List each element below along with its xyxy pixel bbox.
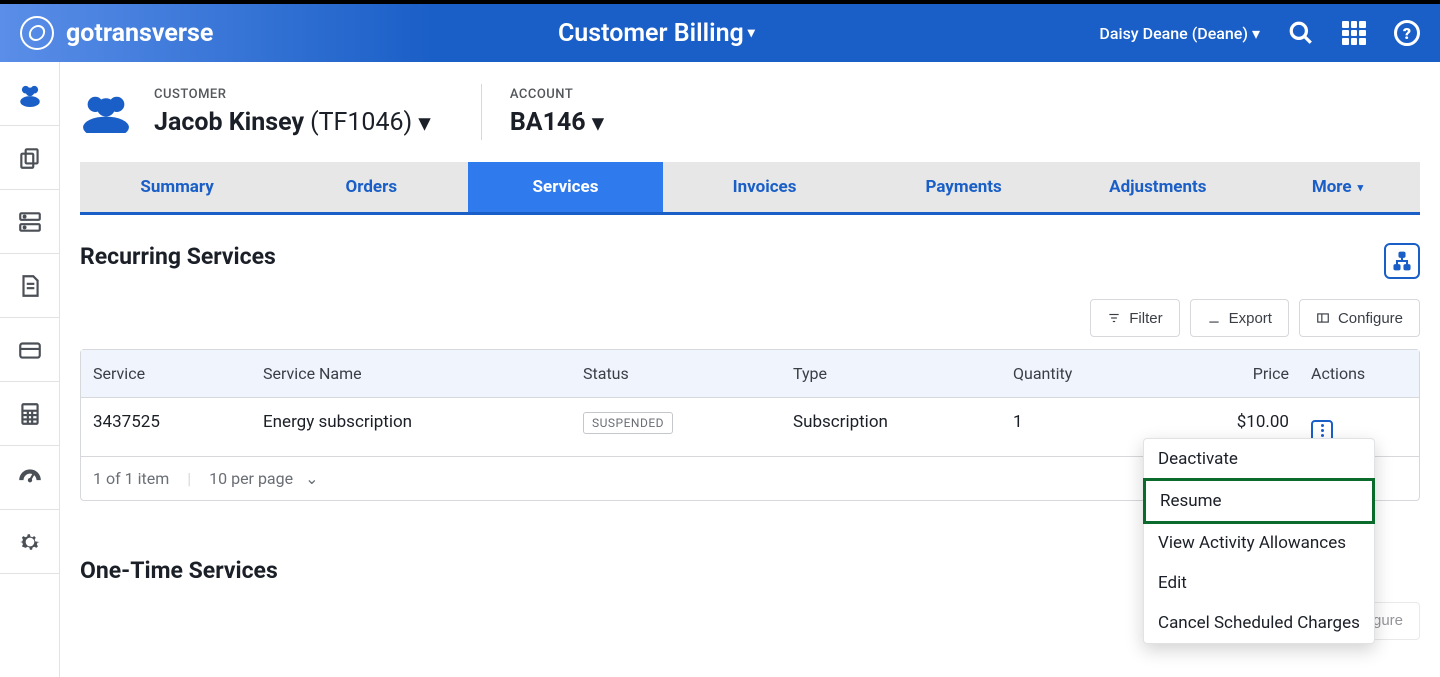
filter-icon — [1107, 311, 1121, 325]
customer-header: CUSTOMER Jacob Kinsey (TF1046) ▾ ACCOUNT… — [60, 84, 1440, 162]
recurring-toolbar: Filter Export Configure — [80, 299, 1420, 337]
tab-bar: Summary Orders Services Invoices Payment… — [80, 162, 1420, 215]
sidebar-item-payments[interactable] — [0, 318, 59, 382]
tab-services[interactable]: Services — [468, 162, 662, 212]
sidebar-item-services[interactable] — [0, 190, 59, 254]
chevron-down-icon: ▾ — [748, 25, 755, 41]
tab-more[interactable]: More ▾ — [1255, 162, 1420, 212]
cell-type: Subscription — [781, 398, 1001, 456]
page-title-dropdown[interactable]: Customer Billing ▾ — [213, 19, 1099, 48]
action-deactivate[interactable]: Deactivate — [1144, 439, 1374, 479]
action-resume[interactable]: Resume — [1143, 478, 1375, 524]
filter-label: Filter — [1129, 310, 1162, 327]
brand-text: gotransverse — [66, 19, 213, 48]
brand-logo[interactable]: gotransverse — [20, 16, 213, 50]
search-icon[interactable] — [1288, 20, 1314, 46]
col-quantity[interactable]: Quantity — [1001, 350, 1131, 397]
help-icon[interactable]: ? — [1394, 20, 1420, 46]
sidebar-item-copy[interactable] — [0, 126, 59, 190]
recurring-services-table: Service Service Name Status Type Quantit… — [80, 349, 1420, 501]
logo-icon — [20, 16, 54, 50]
configure-button[interactable]: Configure — [1299, 299, 1420, 337]
configure-label: Configure — [1338, 310, 1403, 327]
col-price[interactable]: Price — [1131, 350, 1301, 397]
item-count: 1 of 1 item — [93, 469, 169, 488]
sidebar-item-dashboard[interactable] — [0, 446, 59, 510]
filter-button[interactable]: Filter — [1090, 299, 1179, 337]
table-header: Service Service Name Status Type Quantit… — [81, 350, 1419, 398]
account-selector[interactable]: ACCOUNT BA146 ▾ — [510, 87, 632, 138]
customer-name: Jacob Kinsey — [154, 108, 304, 137]
user-menu[interactable]: Daisy Deane (Deane) ▾ — [1099, 24, 1260, 43]
tab-more-label: More — [1312, 177, 1352, 197]
tab-summary[interactable]: Summary — [80, 162, 274, 212]
col-type[interactable]: Type — [781, 350, 1001, 397]
col-actions: Actions — [1301, 350, 1379, 397]
columns-icon — [1316, 311, 1330, 325]
customer-code: (TF1046) — [310, 108, 412, 137]
per-page-selector[interactable]: 10 per page ⌄ — [209, 469, 318, 488]
per-page-label: 10 per page — [209, 469, 293, 488]
chevron-down-icon: ▾ — [592, 108, 605, 138]
sidebar-item-calculator[interactable] — [0, 382, 59, 446]
tab-adjustments[interactable]: Adjustments — [1061, 162, 1255, 212]
customer-label: CUSTOMER — [154, 87, 431, 102]
status-badge: SUSPENDED — [583, 412, 673, 434]
sidebar — [0, 62, 60, 677]
action-view-allowances[interactable]: View Activity Allowances — [1144, 523, 1374, 563]
export-label: Export — [1229, 310, 1272, 327]
chevron-down-icon: ⌄ — [305, 469, 318, 488]
col-service-name[interactable]: Service Name — [251, 350, 571, 397]
top-bar: gotransverse Customer Billing ▾ Daisy De… — [0, 0, 1440, 62]
chevron-down-icon: ▾ — [1358, 181, 1364, 194]
actions-dropdown: Deactivate Resume View Activity Allowanc… — [1143, 438, 1375, 644]
account-value: BA146 — [510, 108, 586, 137]
apps-grid-icon[interactable] — [1342, 21, 1366, 45]
page-title-text: Customer Billing — [558, 19, 744, 48]
sidebar-item-settings[interactable] — [0, 510, 59, 574]
top-right-controls: Daisy Deane (Deane) ▾ ? — [1099, 20, 1420, 46]
col-service[interactable]: Service — [81, 350, 251, 397]
divider — [481, 84, 482, 140]
main-content: CUSTOMER Jacob Kinsey (TF1046) ▾ ACCOUNT… — [60, 62, 1440, 677]
sidebar-item-customers[interactable] — [0, 62, 59, 126]
user-name: Daisy Deane (Deane) — [1099, 24, 1248, 43]
action-cancel-scheduled[interactable]: Cancel Scheduled Charges — [1144, 603, 1374, 643]
tab-invoices[interactable]: Invoices — [663, 162, 867, 212]
chevron-down-icon: ▾ — [1252, 24, 1260, 43]
sidebar-item-invoices[interactable] — [0, 254, 59, 318]
customer-selector[interactable]: CUSTOMER Jacob Kinsey (TF1046) ▾ — [154, 87, 459, 138]
cell-quantity: 1 — [1001, 398, 1131, 456]
cell-service: 3437525 — [81, 398, 251, 456]
divider: | — [187, 469, 191, 488]
recurring-services-title: Recurring Services — [80, 243, 276, 270]
action-edit[interactable]: Edit — [1144, 563, 1374, 603]
hierarchy-button[interactable] — [1384, 243, 1420, 279]
col-status[interactable]: Status — [571, 350, 781, 397]
tab-orders[interactable]: Orders — [274, 162, 468, 212]
cell-service-name: Energy subscription — [251, 398, 571, 456]
table-row: 3437525 Energy subscription SUSPENDED Su… — [81, 398, 1419, 457]
cell-status: SUSPENDED — [571, 398, 781, 456]
download-icon — [1207, 311, 1221, 325]
account-label: ACCOUNT — [510, 87, 604, 102]
chevron-down-icon: ▾ — [418, 108, 431, 138]
export-button[interactable]: Export — [1190, 299, 1289, 337]
tab-payments[interactable]: Payments — [867, 162, 1061, 212]
customers-icon — [80, 91, 132, 133]
